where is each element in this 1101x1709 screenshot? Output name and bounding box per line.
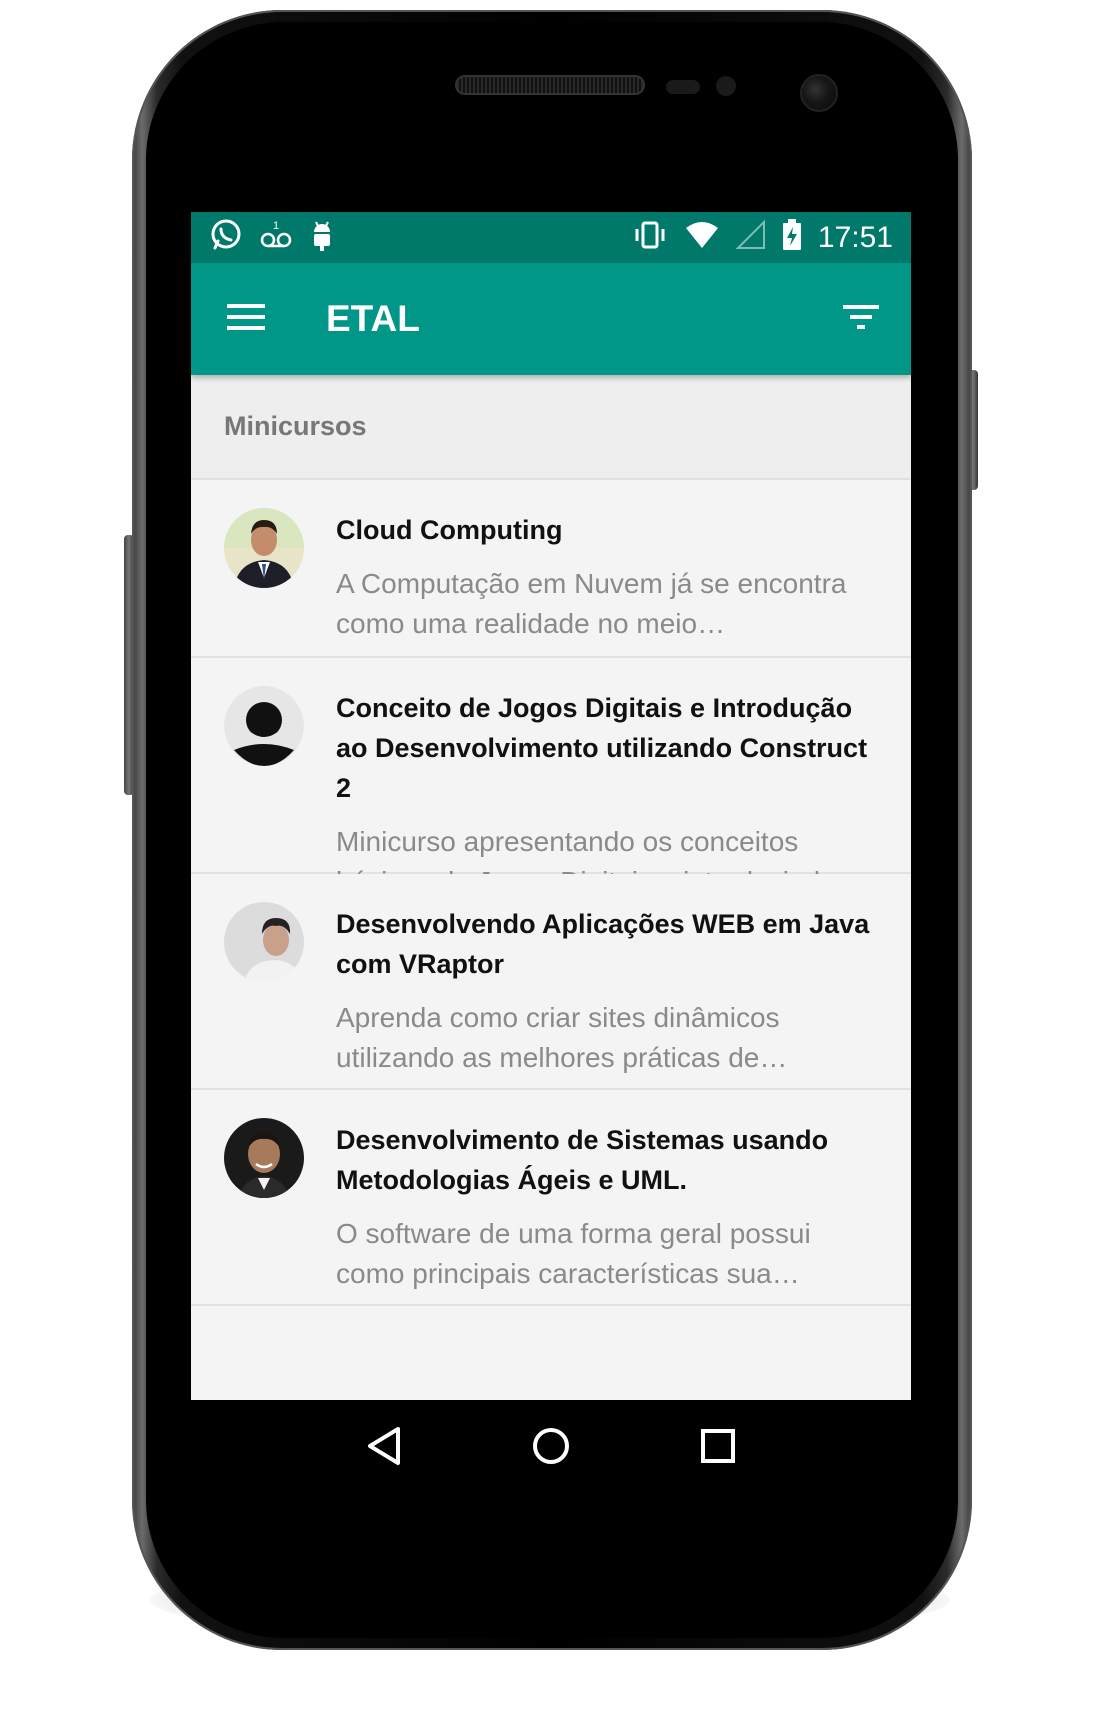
light-sensor bbox=[716, 76, 736, 96]
section-header: Minicursos bbox=[191, 375, 911, 480]
home-button[interactable] bbox=[511, 1408, 591, 1488]
wifi-icon bbox=[684, 220, 720, 255]
course-item-cloud-computing[interactable]: Cloud Computing A Computação em Nuvem já… bbox=[191, 480, 911, 658]
course-title: Desenvolvendo Aplicações WEB em Java com… bbox=[336, 909, 870, 979]
app-title: ETAL bbox=[326, 298, 420, 339]
hamburger-menu-icon bbox=[227, 302, 265, 337]
course-description: O software de uma forma geral possui com… bbox=[336, 1218, 811, 1289]
filter-icon bbox=[843, 303, 879, 336]
filter-button[interactable] bbox=[811, 263, 911, 375]
android-debug-icon bbox=[309, 218, 335, 257]
course-item-jogos-digitais[interactable]: Conceito de Jogos Digitais e Introdução … bbox=[191, 658, 911, 937]
battery-charging-icon bbox=[782, 219, 802, 256]
course-item-vraptor[interactable]: Desenvolvendo Aplicações WEB em Java com… bbox=[191, 874, 911, 1090]
back-icon bbox=[366, 1426, 402, 1471]
course-title: Cloud Computing bbox=[336, 515, 563, 545]
svg-text:1: 1 bbox=[273, 220, 279, 232]
proximity-sensor bbox=[666, 80, 700, 94]
voicemail-icon: 1 bbox=[259, 218, 293, 257]
course-description: Aprenda como criar sites dinâmicos utili… bbox=[336, 1002, 788, 1073]
whatsapp-icon bbox=[209, 218, 243, 257]
placeholder-avatar bbox=[224, 686, 304, 766]
front-camera bbox=[800, 74, 838, 112]
navigation-bar bbox=[191, 1400, 911, 1496]
notification-icons: 1 bbox=[209, 218, 335, 257]
phone-screen: 1 17:51 ETAL Minicursos Cloud Computing … bbox=[191, 212, 911, 1496]
app-bar: ETAL bbox=[191, 263, 911, 375]
course-title: Conceito de Jogos Digitais e Introdução … bbox=[336, 693, 868, 803]
hamburger-menu-button[interactable] bbox=[191, 263, 301, 375]
course-title: Desenvolvimento de Sistemas usando Metod… bbox=[336, 1125, 829, 1195]
recents-button[interactable] bbox=[678, 1408, 758, 1488]
course-list: Cloud Computing A Computação em Nuvem já… bbox=[191, 480, 911, 1306]
home-icon bbox=[531, 1426, 571, 1471]
avatar bbox=[224, 1118, 304, 1198]
avatar bbox=[224, 902, 304, 982]
course-item-metodologias-ageis[interactable]: Desenvolvimento de Sistemas usando Metod… bbox=[191, 1090, 911, 1306]
status-bar: 1 17:51 bbox=[191, 212, 911, 263]
avatar bbox=[224, 508, 304, 588]
status-time: 17:51 bbox=[817, 220, 893, 254]
section-title: Minicursos bbox=[224, 411, 367, 441]
recents-icon bbox=[700, 1428, 736, 1469]
earpiece-speaker bbox=[455, 75, 645, 95]
course-description: A Computação em Nuvem já se encontra com… bbox=[336, 568, 847, 639]
back-button[interactable] bbox=[344, 1408, 424, 1488]
system-icons: 17:51 bbox=[632, 219, 893, 256]
signal-icon bbox=[735, 219, 766, 255]
vibrate-icon bbox=[632, 219, 668, 256]
